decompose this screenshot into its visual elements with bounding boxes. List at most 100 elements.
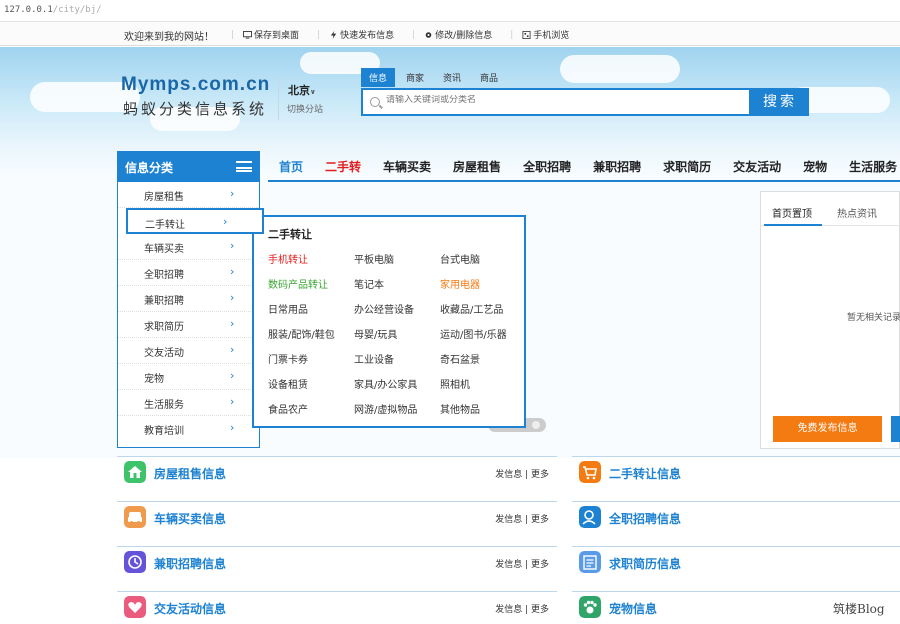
subcategory-link[interactable]: 母婴/玩具 [354,326,397,341]
category-item-social[interactable]: 交友活动 › [118,338,259,364]
quick-post-label: 快速发布信息 [340,31,395,41]
subcategory-link[interactable]: 其他物品 [440,401,480,416]
section-title[interactable]: 车辆买卖信息 [154,510,226,527]
search-button[interactable]: 搜索 [751,88,809,116]
subcategory-link[interactable]: 数码产品转让 [268,276,328,291]
nav-resume[interactable]: 求职简历 [663,151,711,180]
secondary-button[interactable] [891,416,900,442]
url-host: 127.0.0.1 [4,5,53,15]
section-title[interactable]: 二手转让信息 [609,465,681,482]
search-box [361,88,751,116]
category-header[interactable]: 信息分类 [117,151,260,182]
section-links[interactable]: 发信息 | 更多 [495,557,549,570]
search-tab-merchant[interactable]: 商家 [398,68,432,87]
tab-top-pinned[interactable]: 首页置顶 [772,205,812,220]
subcategory-link[interactable]: 笔记本 [354,276,384,291]
url-path: /city/bj/ [52,5,102,15]
category-item-label: 车辆买卖 [144,244,184,255]
category-item-label: 教育培训 [144,426,184,437]
search-tab-info[interactable]: 信息 [361,68,396,87]
subcategory-link[interactable]: 服装/配饰/鞋包 [268,326,335,341]
nav-fulltime[interactable]: 全职招聘 [523,151,571,180]
category-item-resume[interactable]: 求职简历 › [118,312,259,338]
subcategory-link[interactable]: 平板电脑 [354,251,394,266]
nav-vehicles[interactable]: 车辆买卖 [383,151,431,180]
subcategory-link[interactable]: 办公经营设备 [354,301,414,316]
welcome-text: 欢迎来到我的网站！ [124,32,214,43]
category-item-pets[interactable]: 宠物 › [118,364,259,390]
top-bar: 欢迎来到我的网站！ | 保存到桌面 | 快速发布信息 | 修改/删除信息 | 手… [0,22,900,46]
divider [278,78,279,120]
free-publish-button[interactable]: 免费发布信息 [773,416,882,442]
subcategory-link[interactable]: 网游/虚拟物品 [354,401,417,416]
category-item-secondhand[interactable]: 二手转让 › [126,208,264,234]
category-item-education[interactable]: 教育培训 › [118,416,259,442]
section-title[interactable]: 房屋租售信息 [154,465,226,482]
nav-pets[interactable]: 宠物 [803,151,827,180]
subcategory-link[interactable]: 收藏品/工艺品 [440,301,503,316]
city-name: 北京 [288,84,310,97]
section-title[interactable]: 宠物信息 [609,600,657,617]
subcategory-link[interactable]: 照相机 [440,376,470,391]
monitor-icon [243,30,252,39]
category-item-label: 求职简历 [144,322,184,333]
subcategory-link[interactable]: 家用电器 [440,276,480,291]
subcategory-link[interactable]: 奇石盆景 [440,351,480,366]
section-title[interactable]: 交友活动信息 [154,600,226,617]
subcategory-link[interactable]: 家具/办公家具 [354,376,417,391]
address-bar[interactable]: 127.0.0.1/city/bj/ [0,0,900,22]
section-links[interactable]: 发信息 | 更多 [495,512,549,525]
subcategory-link[interactable]: 台式电脑 [440,251,480,266]
section-social: 交友活动信息 发信息 | 更多 [117,591,557,624]
subcategory-link[interactable]: 日常用品 [268,301,308,316]
category-item-label: 交友活动 [144,348,184,359]
tab-hot-news[interactable]: 热点资讯 [837,205,877,220]
search-tab-goods[interactable]: 商品 [472,68,506,87]
heart-icon [124,596,146,618]
category-item-life-services[interactable]: 生活服务 › [118,390,259,416]
nav-social[interactable]: 交友活动 [733,151,781,180]
house-icon [124,461,146,483]
section-secondhand: 二手转让信息 [572,456,900,489]
city-selector[interactable]: 北京∨ [288,82,316,98]
category-item-label: 兼职招聘 [144,296,184,307]
section-title[interactable]: 求职简历信息 [609,555,681,572]
subcategory-link[interactable]: 运动/图书/乐器 [440,326,507,341]
section-links[interactable]: 发信息 | 更多 [495,467,549,480]
quick-post-link[interactable]: 快速发布信息 [329,28,403,41]
save-desktop-link[interactable]: 保存到桌面 [243,28,308,41]
divider: | [510,29,514,40]
subcategory-link[interactable]: 手机转让 [268,251,308,266]
resume-icon [579,551,601,573]
category-item-housing[interactable]: 房屋租售 › [118,182,259,208]
subcategory-link[interactable]: 工业设备 [354,351,394,366]
category-item-fulltime[interactable]: 全职招聘 › [118,260,259,286]
search-tab-news[interactable]: 资讯 [435,68,469,87]
section-title[interactable]: 兼职招聘信息 [154,555,226,572]
search-input[interactable] [386,95,686,105]
nav-secondhand[interactable]: 二手转 [325,151,361,180]
category-item-vehicles[interactable]: 车辆买卖 › [118,234,259,260]
nav-housing[interactable]: 房屋租售 [453,151,501,180]
mobile-view-link[interactable]: 手机浏览 [522,28,578,41]
switch-city-link[interactable]: 切换分站 [287,102,323,115]
subcategory-link[interactable]: 设备租赁 [268,376,308,391]
gear-icon [425,31,432,38]
nav-parttime[interactable]: 兼职招聘 [593,151,641,180]
section-vehicles: 车辆买卖信息 发信息 | 更多 [117,501,557,534]
section-links[interactable]: 发信息 | 更多 [495,602,549,615]
section-title[interactable]: 全职招聘信息 [609,510,681,527]
edit-delete-link[interactable]: 修改/删除信息 [424,28,501,41]
nav-life-services[interactable]: 生活服务 [849,151,897,180]
category-item-parttime[interactable]: 兼职招聘 › [118,286,259,312]
subcategory-link[interactable]: 食品农产 [268,401,308,416]
qrcode-icon [522,30,531,39]
subcategory-popup: 二手转让 手机转让 平板电脑 台式电脑 数码产品转让 笔记本 家用电器 日常用品… [252,215,526,428]
active-tab-indicator [764,224,822,226]
chevron-right-icon: › [230,291,235,304]
section-fulltime: 全职招聘信息 [572,501,900,534]
category-item-label: 生活服务 [144,400,184,411]
nav-home[interactable]: 首页 [279,151,303,180]
logo-domain[interactable]: Mymps.com.cn [121,74,270,96]
subcategory-link[interactable]: 门票卡券 [268,351,308,366]
